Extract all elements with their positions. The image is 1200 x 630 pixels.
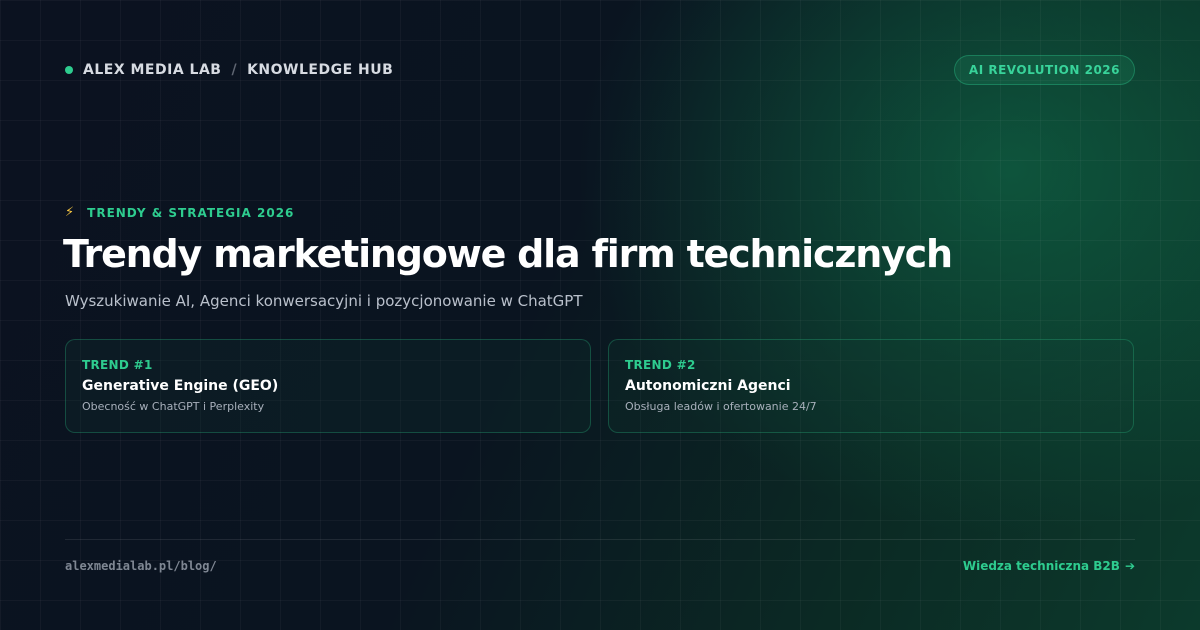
section-name: KNOWLEDGE HUB — [247, 62, 394, 78]
brand-name: ALEX MEDIA LAB — [83, 62, 222, 78]
trend-card-label: TREND #2 — [625, 358, 696, 372]
background-grid — [0, 0, 1200, 630]
trend-card-2: TREND #2 Autonomiczni Agenci Obsługa lea… — [608, 339, 1134, 433]
trend-card-description: Obsługa leadów i ofertowanie 24/7 — [625, 400, 817, 413]
page-subtitle: Wyszukiwanie AI, Agenci konwersacyjni i … — [65, 292, 583, 310]
trend-card-1: TREND #1 Generative Engine (GEO) Obecnoś… — [65, 339, 591, 433]
status-dot-icon — [65, 66, 73, 74]
trend-card-title: Generative Engine (GEO) — [82, 378, 279, 394]
footer-divider — [65, 539, 1135, 540]
lightning-icon: ⚡ — [65, 205, 76, 220]
b2b-knowledge-link-label: Wiedza techniczna B2B — [962, 559, 1120, 573]
blog-url: alexmedialab.pl/blog/ — [65, 559, 217, 573]
trend-card-title: Autonomiczni Agenci — [625, 378, 791, 394]
og-banner: ALEX MEDIA LAB / KNOWLEDGE HUB AI REVOLU… — [0, 0, 1200, 630]
breadcrumb: ALEX MEDIA LAB / KNOWLEDGE HUB — [65, 62, 393, 78]
ai-revolution-badge: AI REVOLUTION 2026 — [953, 55, 1135, 85]
top-bar: ALEX MEDIA LAB / KNOWLEDGE HUB AI REVOLU… — [65, 55, 1135, 85]
eyebrow: ⚡ TRENDY & STRATEGIA 2026 — [65, 205, 294, 220]
b2b-knowledge-link[interactable]: Wiedza techniczna B2B ➔ — [963, 559, 1135, 573]
arrow-right-icon: ➔ — [1124, 559, 1135, 573]
trend-card-label: TREND #1 — [82, 358, 153, 372]
breadcrumb-separator: / — [231, 62, 238, 78]
page-title: Trendy marketingowe dla firm technicznyc… — [63, 232, 953, 276]
trend-card-description: Obecność w ChatGPT i Perplexity — [82, 400, 265, 413]
eyebrow-label: TRENDY & STRATEGIA 2026 — [87, 205, 295, 220]
